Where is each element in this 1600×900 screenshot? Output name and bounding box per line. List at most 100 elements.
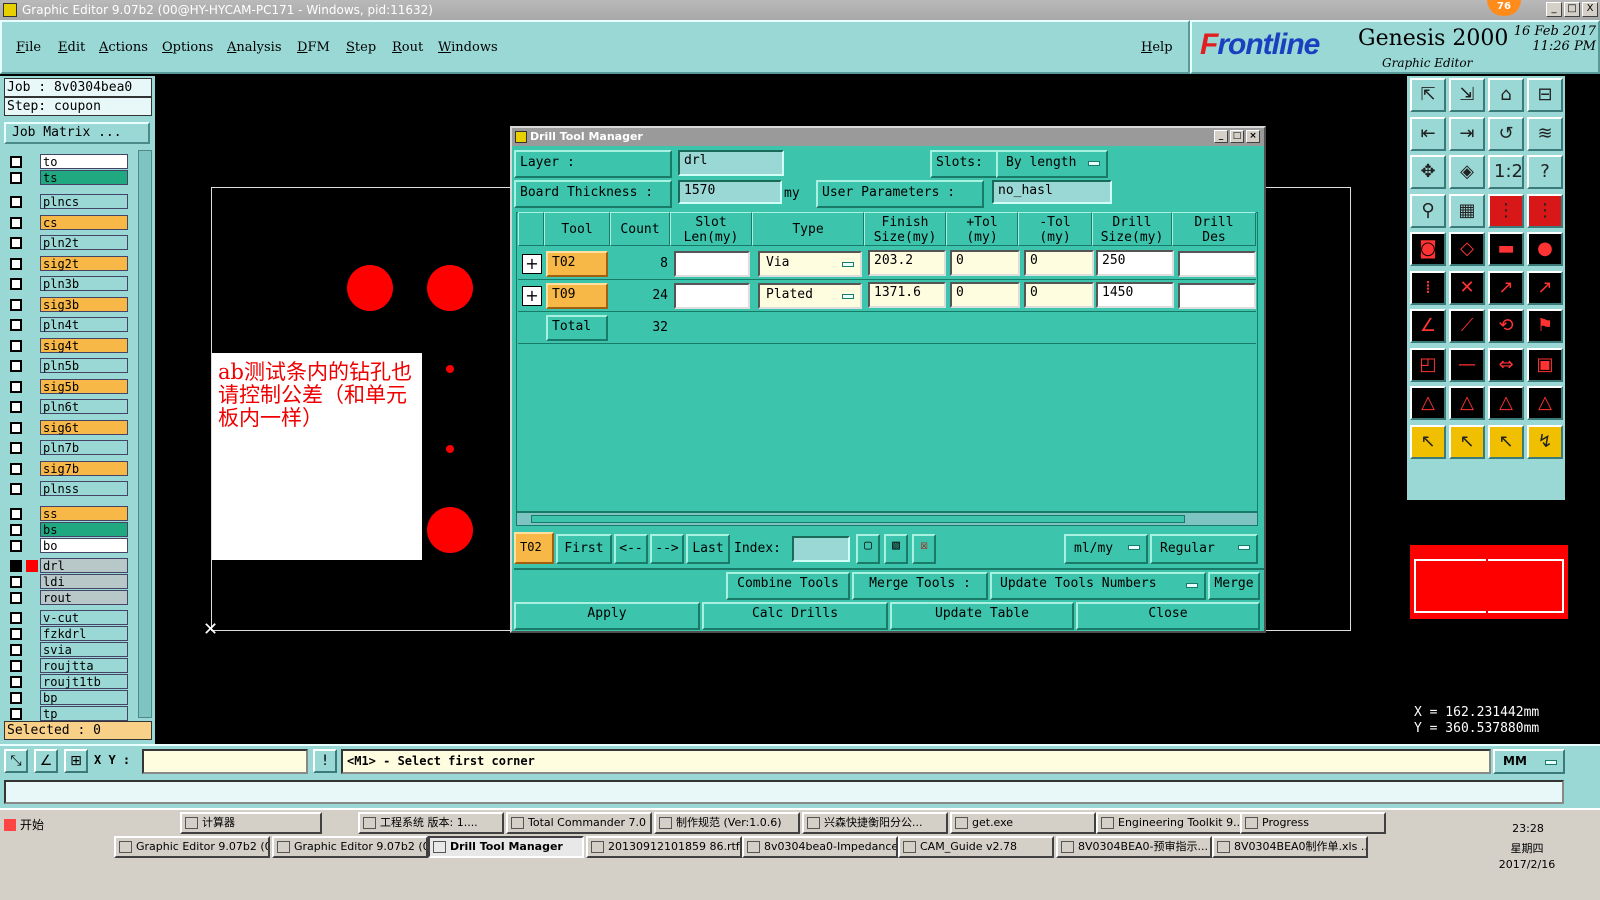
layer-row-bp[interactable]: bp [6, 690, 128, 706]
layer-row-pln7b[interactable]: pln7b [6, 440, 128, 456]
layer-checkbox[interactable] [10, 216, 22, 229]
slot-len-field[interactable] [674, 283, 750, 309]
finish-size-field[interactable]: 203.2 [868, 250, 946, 276]
layer-name[interactable]: sig3b [40, 296, 128, 312]
drill-hole[interactable] [427, 265, 473, 311]
drill-hole[interactable] [427, 507, 473, 553]
layer-name[interactable]: svia [40, 642, 128, 657]
layer-checkbox[interactable] [10, 560, 22, 572]
mirror-icon[interactable]: ⚑ [1527, 309, 1563, 343]
layer-row-ts[interactable]: ts [6, 170, 128, 186]
layer-checkbox[interactable] [10, 421, 22, 434]
layer-checkbox[interactable] [10, 196, 22, 208]
taskbar-item[interactable]: Graphic Editor 9.07b2 (0... [114, 836, 270, 858]
layer-checkbox[interactable] [10, 462, 22, 475]
zoom-area-icon[interactable]: ⤡ [4, 749, 28, 773]
start-button[interactable]: 开始 [2, 814, 52, 836]
net-icon[interactable]: ⋮ [1488, 193, 1524, 228]
drill-size-field[interactable]: 1450 [1096, 282, 1174, 308]
layer-name[interactable]: roujtta [40, 658, 128, 673]
layer-name[interactable]: ldi [40, 574, 128, 589]
pad-icon[interactable]: ◙ [1410, 232, 1446, 266]
layer-list-scrollbar[interactable] [138, 150, 152, 718]
menu-analysis[interactable]: Analysis [227, 40, 282, 55]
units-select[interactable]: MM [1493, 749, 1565, 774]
layer-checkbox[interactable] [10, 278, 22, 290]
pointer-icon[interactable]: ↖ [1410, 424, 1446, 459]
next-button[interactable]: --> [650, 534, 684, 564]
taskbar-item[interactable]: Graphic Editor 9.07b2 (0... [272, 836, 428, 858]
update-table-button[interactable]: Update Table [890, 602, 1074, 630]
slot-len-field[interactable] [674, 251, 750, 277]
info-icon[interactable]: ! [313, 749, 337, 773]
taskbar-item[interactable]: 工程系统 版本: 1.... [358, 812, 504, 834]
taskbar-item[interactable]: 计算器 [180, 812, 322, 834]
a-fill-icon[interactable]: △ [1527, 386, 1563, 420]
layer-checkbox[interactable] [10, 644, 22, 656]
layer-row-sig3b[interactable]: sig3b [6, 296, 128, 313]
menu-help[interactable]: Help [1141, 40, 1173, 55]
layer-row-tp[interactable]: tp [6, 706, 128, 722]
layer-checkbox[interactable] [10, 483, 22, 495]
layer-name[interactable]: cs [40, 214, 128, 230]
menu-windows[interactable]: Windows [438, 40, 498, 55]
taskbar-item[interactable]: 兴森快捷衡阳分公... [802, 812, 948, 834]
drill-hole[interactable] [347, 265, 393, 311]
angle-icon[interactable]: ∠ [1410, 309, 1446, 343]
layer-row-ldi[interactable]: ldi [6, 574, 128, 590]
layer-row-svia[interactable]: svia [6, 642, 128, 658]
drill-hole[interactable] [446, 445, 454, 453]
table-horizontal-scrollbar[interactable] [516, 512, 1258, 526]
expand-row-button[interactable]: + [522, 254, 542, 274]
menu-step[interactable]: Step [346, 40, 376, 55]
layer-checkbox[interactable] [10, 442, 22, 454]
layer-checkbox[interactable] [10, 298, 22, 311]
layer-name[interactable]: sig7b [40, 460, 128, 476]
grid-icon[interactable]: ⊞ [64, 749, 88, 773]
taskbar-item[interactable]: get.exe [950, 812, 1096, 834]
layer-row-pln6t[interactable]: pln6t [6, 399, 128, 415]
menu-rout[interactable]: Rout [392, 40, 423, 55]
taskbar-item[interactable]: 20130912101859 86.rtf [... [586, 836, 742, 858]
layer-field[interactable]: drl [678, 150, 784, 176]
finish-size-field[interactable]: 1371.6 [868, 282, 946, 308]
layer-row-rout[interactable]: rout [6, 590, 128, 606]
layer-name[interactable]: sig2t [40, 255, 128, 271]
circle-icon[interactable]: ● [1527, 232, 1563, 266]
open-step-icon[interactable]: ⇱ [1410, 78, 1446, 112]
taskbar-item[interactable]: CAM_Guide v2.78 [898, 836, 1054, 858]
layer-checkbox[interactable] [10, 592, 22, 604]
menu-options[interactable]: Options [162, 40, 213, 55]
layer-row-plnss[interactable]: plnss [6, 481, 128, 497]
layer-name[interactable]: plnss [40, 481, 128, 496]
layers-icon[interactable]: ≋ [1527, 116, 1563, 151]
drill-hole[interactable] [446, 365, 454, 373]
layer-name[interactable]: ts [40, 170, 128, 185]
layer-row-cs[interactable]: cs [6, 214, 128, 231]
job-matrix-button[interactable]: Job Matrix ... [4, 122, 150, 144]
minus-tol-field[interactable]: 0 [1024, 282, 1094, 308]
taskbar-item[interactable]: 8V0304BEA0-预审指示... [1056, 836, 1212, 858]
taskbar-item[interactable]: Total Commander 7.0 ... [506, 812, 652, 834]
route-icon[interactable]: ↯ [1527, 424, 1563, 459]
merge-button[interactable]: Merge [1208, 572, 1260, 600]
prev-button[interactable]: <-- [614, 534, 648, 564]
home-icon[interactable]: ⌂ [1488, 78, 1524, 112]
layer-checkbox[interactable] [10, 360, 22, 372]
mode-select[interactable]: Regular [1150, 534, 1258, 564]
layer-checkbox[interactable] [10, 319, 22, 331]
maximize-button[interactable]: □ [1564, 2, 1580, 17]
layer-name[interactable]: sig6t [40, 419, 128, 435]
layer-checkbox[interactable] [10, 508, 22, 520]
highlight-tool-icon[interactable]: ▧ [884, 534, 908, 564]
layer-row-v-cut[interactable]: v-cut [6, 610, 128, 626]
drill-des-field[interactable] [1178, 283, 1256, 309]
cross-icon[interactable]: ✕ [1449, 270, 1485, 305]
drill-des-field[interactable] [1178, 251, 1256, 277]
layer-name[interactable]: pln7b [40, 440, 128, 455]
board-thickness-field[interactable]: 1570 [678, 180, 782, 204]
layer-checkbox[interactable] [10, 660, 22, 672]
layer-checkbox[interactable] [10, 612, 22, 624]
plus-tol-field[interactable]: 0 [950, 282, 1020, 308]
layer-row-fzkdrl[interactable]: fzkdrl [6, 626, 128, 642]
